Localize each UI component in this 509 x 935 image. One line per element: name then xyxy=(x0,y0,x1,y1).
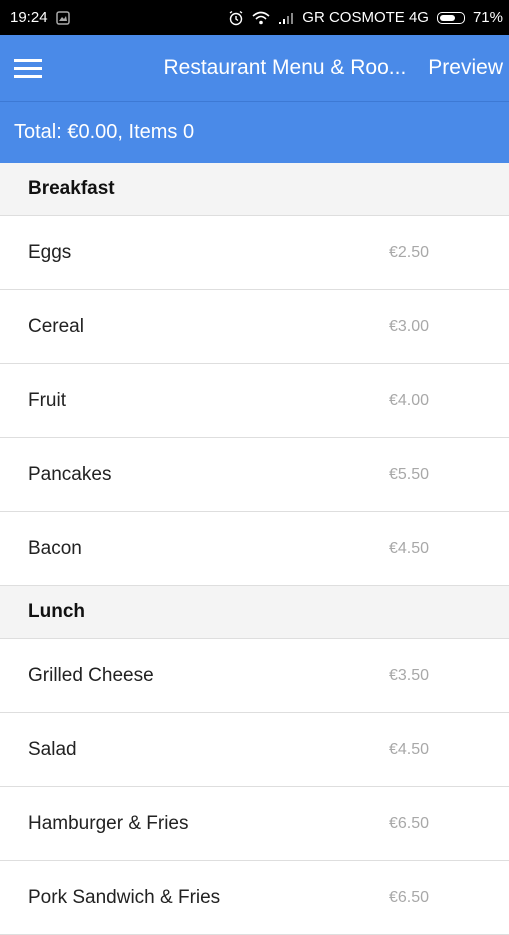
menu-item-name: Pancakes xyxy=(28,463,112,485)
status-bar: 19:24 GR COSMOTE 4G 71% xyxy=(0,0,509,35)
battery-fill xyxy=(439,14,455,21)
menu-item-name: Cereal xyxy=(28,315,84,337)
wifi-icon xyxy=(252,11,270,25)
signal-icon xyxy=(278,11,294,25)
hamburger-icon xyxy=(14,59,42,78)
menu-list: Breakfast Eggs €2.50 Cereal €3.00 Fruit €4.00 P… xyxy=(0,163,509,935)
menu-item-row[interactable]: Bacon €4.50 xyxy=(0,512,509,586)
battery-percent: 71% xyxy=(472,9,503,26)
menu-item-price: €4.00 xyxy=(389,391,430,409)
menu-item-row[interactable]: Cereal €3.00 xyxy=(0,290,509,364)
carrier-label: GR COSMOTE 4G xyxy=(302,9,429,26)
menu-item-row[interactable]: Grilled Cheese €3.50 xyxy=(0,639,509,713)
battery-body xyxy=(436,11,465,24)
menu-item-row[interactable]: Pork Sandwich & Fries €6.50 xyxy=(0,861,509,935)
status-left: 19:24 xyxy=(10,9,70,26)
status-right: GR COSMOTE 4G 71% xyxy=(228,9,503,26)
menu-item-price: €4.50 xyxy=(389,539,430,557)
hamburger-menu-button[interactable] xyxy=(14,48,54,88)
menu-item-row[interactable]: Fruit €4.00 xyxy=(0,364,509,438)
menu-item-price: €3.50 xyxy=(389,666,430,684)
menu-item-price: €5.50 xyxy=(389,465,430,483)
menu-item-name: Salad xyxy=(28,738,77,760)
menu-item-row[interactable]: Salad €4.50 xyxy=(0,713,509,787)
app-bar: Restaurant Menu & Roo... Preview xyxy=(0,35,509,101)
menu-item-name: Bacon xyxy=(28,537,82,559)
order-total-text: Total: €0.00, Items 0 xyxy=(14,121,195,143)
battery-icon xyxy=(436,11,465,24)
menu-item-price: €3.00 xyxy=(389,317,430,335)
order-total-bar: Total: €0.00, Items 0 xyxy=(0,101,509,163)
menu-item-name: Fruit xyxy=(28,389,66,411)
menu-item-name: Eggs xyxy=(28,241,72,263)
alarm-icon xyxy=(228,10,244,26)
menu-item-name: Pork Sandwich & Fries xyxy=(28,886,221,908)
menu-item-row[interactable]: Hamburger & Fries €6.50 xyxy=(0,787,509,861)
menu-item-price: €6.50 xyxy=(389,814,430,832)
gallery-notification-icon xyxy=(55,10,70,25)
menu-item-price: €2.50 xyxy=(389,243,430,261)
menu-item-row[interactable]: Eggs €2.50 xyxy=(0,216,509,290)
preview-button[interactable]: Preview xyxy=(428,56,503,80)
menu-item-name: Grilled Cheese xyxy=(28,664,154,686)
menu-item-price: €6.50 xyxy=(389,888,430,906)
section-header-breakfast: Breakfast xyxy=(0,163,509,216)
menu-item-name: Hamburger & Fries xyxy=(28,812,189,834)
section-header-lunch: Lunch xyxy=(0,586,509,639)
app-title: Restaurant Menu & Roo... xyxy=(163,56,407,79)
menu-item-row[interactable]: Pancakes €5.50 xyxy=(0,438,509,512)
menu-item-price: €4.50 xyxy=(389,740,430,758)
status-time: 19:24 xyxy=(10,9,48,26)
